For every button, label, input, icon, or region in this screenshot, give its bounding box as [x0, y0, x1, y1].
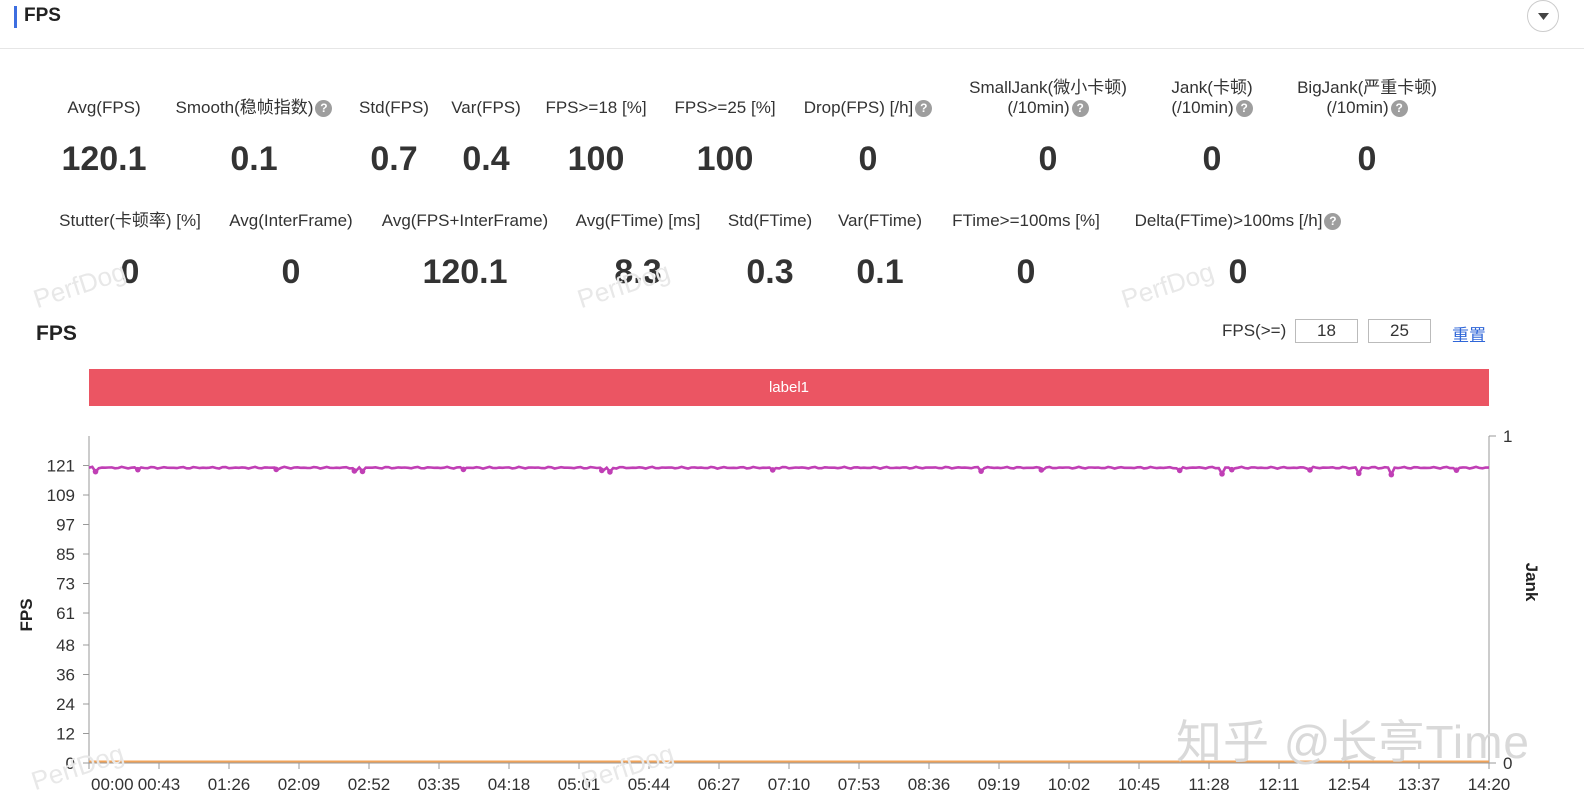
- x-tick-label: 14:20: [1468, 775, 1511, 794]
- x-tick-label: 00:43: [138, 775, 181, 794]
- y2-axis-title: Jank: [1522, 563, 1541, 602]
- x-tick-label: 06:27: [698, 775, 741, 794]
- y-tick-label: 48: [56, 636, 75, 655]
- x-tick-label: 04:18: [488, 775, 531, 794]
- x-tick-label: 07:53: [838, 775, 881, 794]
- x-tick-label: 08:36: [908, 775, 951, 794]
- fps-dip-point: [1038, 467, 1045, 473]
- x-tick-label: 10:02: [1048, 775, 1091, 794]
- zhihu-watermark: 知乎 @长亭Time: [1176, 716, 1530, 768]
- x-tick-label: 11:28: [1188, 775, 1229, 794]
- fps-dip-point: [135, 466, 141, 473]
- y-tick-label: 12: [56, 724, 75, 743]
- x-tick-label: 01:26: [208, 775, 251, 794]
- y-axis-title: FPS: [17, 598, 36, 631]
- fps-dip-point: [607, 469, 613, 475]
- fps-series-line: [88, 465, 1490, 478]
- fps-dip-point: [460, 466, 467, 473]
- x-tick-label: 03:35: [418, 775, 461, 794]
- fps-dip-point: [1453, 467, 1460, 473]
- fps-dip-point: [598, 467, 605, 474]
- y-tick-label: 85: [56, 545, 75, 564]
- x-tick-label: 13:37: [1398, 775, 1441, 794]
- y-tick-label: 97: [56, 516, 75, 535]
- y-tick-label: 36: [56, 665, 75, 684]
- y-tick-label: 61: [56, 604, 75, 623]
- fps-dip-point: [92, 468, 99, 475]
- fps-dip-point: [1355, 470, 1362, 477]
- y-tick-label: 73: [56, 575, 75, 594]
- x-tick-label: 02:52: [348, 775, 391, 794]
- x-tick-label: 02:09: [278, 775, 321, 794]
- y-tick-label: 109: [47, 486, 75, 505]
- x-tick-label: 09:19: [978, 775, 1021, 794]
- x-tick-label: 00:00: [91, 775, 134, 794]
- fps-dip-point: [978, 468, 984, 474]
- fps-dip-point: [1307, 467, 1313, 473]
- fps-dip-point: [1176, 467, 1183, 474]
- fps-dip-point: [1228, 466, 1235, 473]
- x-tick-label: 10:45: [1118, 775, 1161, 794]
- fps-dip-point: [273, 466, 280, 473]
- fps-dip-point: [1388, 471, 1395, 478]
- y-tick-label: 24: [56, 695, 75, 714]
- fps-dip-point: [359, 468, 366, 475]
- fps-dip-point: [351, 468, 358, 474]
- x-tick-label: 12:11: [1258, 775, 1299, 794]
- fps-chart: 012243648617385971091210100:00 00:43 01:26…: [17, 427, 1541, 794]
- fps-dip-point: [769, 467, 776, 473]
- x-tick-label: 07:10: [768, 775, 811, 794]
- fps-dip-point: [1219, 471, 1225, 477]
- x-tick-label: 12:54: [1328, 775, 1371, 794]
- y2-tick-label: 1: [1503, 427, 1512, 446]
- y-tick-label: 121: [47, 457, 75, 476]
